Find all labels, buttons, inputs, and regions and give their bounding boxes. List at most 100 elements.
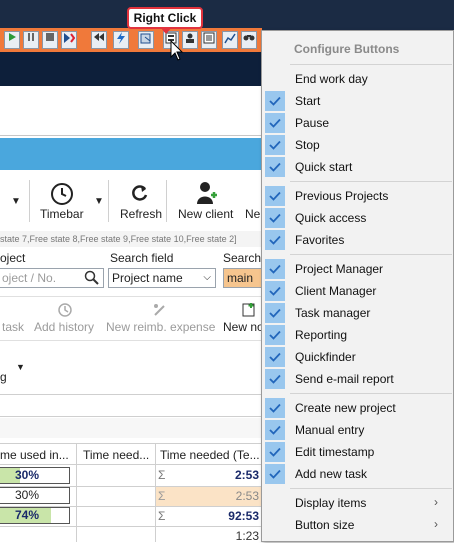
favorites-icon[interactable] (138, 31, 154, 49)
new-client-icon (194, 180, 218, 209)
search-value: main (227, 271, 254, 285)
menu-separator (290, 64, 452, 65)
title-band (0, 52, 262, 86)
right-click-callout: Right Click (127, 7, 203, 29)
menu-item-manual-entry[interactable]: Manual entry (262, 419, 453, 441)
menu-item-favorites[interactable]: Favorites (262, 229, 453, 251)
divider (0, 394, 262, 395)
chevron-down-icon: ⌵ (203, 272, 211, 283)
free-states-text: state 7,Free state 8,Free state 9,Free s… (0, 234, 237, 244)
menu-item-end-work-day[interactable]: End work day (262, 68, 453, 90)
menu-item-client-manager[interactable]: Client Manager (262, 280, 453, 302)
menu-item-label: Quick access (295, 211, 367, 225)
progress-cell: 74% (0, 507, 70, 524)
column-divider (76, 443, 77, 542)
menu-item-display-items[interactable]: Display items › (262, 492, 453, 514)
refresh-icon (130, 183, 150, 206)
progress-value: 30% (15, 488, 40, 502)
menu-item-add-new-task[interactable]: Add new task (262, 463, 453, 485)
time-needed-value: 92:53 (228, 509, 259, 523)
quickfinder-icon[interactable] (241, 31, 257, 49)
task-manager-icon[interactable] (201, 31, 217, 49)
menu-item-pause[interactable]: Pause (262, 112, 453, 134)
chevron-down-icon[interactable]: ▼ (11, 196, 21, 207)
menu-item-label: Previous Projects (295, 189, 389, 203)
menu-item-create-new-project[interactable]: Create new project (262, 397, 453, 419)
search-icon[interactable] (84, 270, 100, 289)
chevron-down-icon[interactable]: ▼ (16, 362, 25, 372)
client-manager-icon[interactable] (182, 31, 198, 49)
time-needed-value: 2:53 (234, 468, 259, 482)
menu-item-label: Edit timestamp (295, 445, 375, 459)
progress-cell: 30% (0, 467, 70, 484)
menu-item-quickfinder[interactable]: Quickfinder (262, 346, 453, 368)
search-field-label: Search field (110, 251, 174, 265)
new-note-button[interactable]: New no (223, 320, 264, 334)
filter-row (0, 418, 262, 438)
menu-item-quick-access[interactable]: Quick access (262, 207, 453, 229)
callout-label: Right Click (133, 11, 197, 25)
menu-item-label: End work day (295, 72, 368, 86)
pause-icon[interactable] (23, 31, 39, 49)
table-border (0, 464, 262, 465)
add-history-button[interactable]: Add history (34, 320, 94, 334)
new-reimb-expense-button[interactable]: New reimb. expense (106, 320, 215, 334)
menu-item-stop[interactable]: Stop (262, 134, 453, 156)
row-divider (0, 526, 262, 527)
divider (29, 180, 30, 222)
progress-value: 30% (15, 468, 40, 482)
menu-title: Configure Buttons (294, 42, 400, 56)
divider (166, 180, 167, 222)
menu-item-project-manager[interactable]: Project Manager (262, 258, 453, 280)
menu-item-button-size[interactable]: Button size › (262, 514, 453, 536)
menu-separator (290, 254, 452, 255)
sigma-icon: Σ (158, 468, 166, 482)
search-value-field[interactable]: main (223, 268, 263, 288)
submenu-arrow-icon: › (434, 517, 438, 531)
column-header-time-needed[interactable]: Time need... (83, 448, 149, 462)
timebar-button[interactable]: Timebar (40, 207, 84, 221)
chevron-down-icon[interactable]: ▼ (94, 196, 104, 207)
stop-icon[interactable] (42, 31, 58, 49)
progress-value: 74% (15, 508, 40, 522)
mouse-cursor-icon (170, 39, 184, 65)
menu-separator (290, 488, 452, 489)
quick-start-icon[interactable] (61, 31, 77, 49)
menu-separator (290, 393, 452, 394)
project-placeholder: oject / No. (2, 271, 57, 285)
refresh-button[interactable]: Refresh (120, 207, 162, 221)
progress-cell: 30% (0, 487, 70, 504)
search-field-value: Project name (112, 271, 183, 285)
menu-item-label: Stop (295, 138, 320, 152)
time-needed-value: 2:53 (235, 489, 259, 503)
menu-item-reporting[interactable]: Reporting (262, 324, 453, 346)
quick-access-icon[interactable] (113, 31, 129, 49)
menu-item-label: Favorites (295, 233, 345, 247)
reporting-icon[interactable] (222, 31, 238, 49)
menu-item-quick-start[interactable]: Quick start (262, 156, 453, 178)
menu-item-edit-timestamp[interactable]: Edit timestamp (262, 441, 453, 463)
divider (108, 180, 109, 222)
previous-projects-icon[interactable] (91, 31, 107, 49)
callout-tail (160, 27, 172, 34)
menu-item-previous-projects[interactable]: Previous Projects (262, 185, 453, 207)
task-button[interactable]: task (2, 320, 24, 334)
menu-item-label: Quickfinder (295, 350, 356, 364)
search-field-select[interactable]: Project name ⌵ (108, 268, 216, 288)
new-cut-button[interactable]: Ne (245, 207, 260, 221)
menu-item-label: Task manager (295, 306, 371, 320)
column-header-time-needed-te[interactable]: Time needed (Te... (160, 448, 260, 462)
menu-item-label: Create new project (295, 401, 396, 415)
new-client-button[interactable]: New client (178, 207, 233, 221)
play-icon[interactable] (4, 31, 20, 49)
menu-item-label: Add new task (295, 467, 368, 481)
column-header-time-used[interactable]: me used in... (0, 448, 69, 462)
menu-item-send-e-mail-report[interactable]: Send e-mail report (262, 368, 453, 390)
menu-item-task-manager[interactable]: Task manager (262, 302, 453, 324)
sigma-icon: Σ (158, 509, 166, 523)
menu-separator (290, 181, 452, 182)
menu-item-start[interactable]: Start (262, 90, 453, 112)
reimbursement-icon (152, 302, 168, 321)
project-label: oject (0, 251, 26, 265)
history-icon (57, 302, 73, 321)
